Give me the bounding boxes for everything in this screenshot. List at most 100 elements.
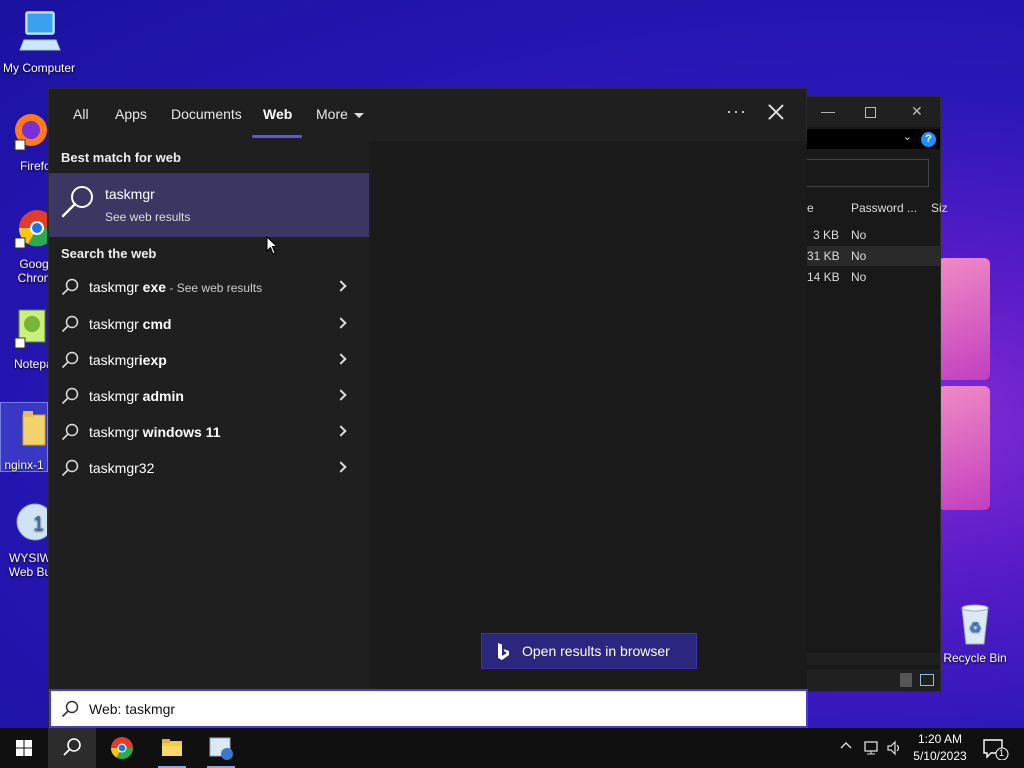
taskbar-search-button[interactable] [48,728,96,768]
web-result-item[interactable]: taskmgriexp [49,343,359,377]
clock-time: 1:20 AM [917,732,963,746]
folder-icon [162,739,182,756]
notification-center-icon[interactable]: 1 [982,738,1010,761]
taskbar: 1:20 AM 5/10/2023 1 [0,728,1024,768]
start-button[interactable] [0,728,48,768]
close-icon[interactable] [765,101,787,123]
search-icon [61,387,79,405]
desktop-icon-recycle-bin[interactable]: ♻ Recycle Bin [938,600,1012,665]
result-prefix: taskmgr32 [89,460,155,476]
search-the-web-heading: Search the web [61,246,157,261]
table-row[interactable]: 31 KB No [807,246,940,266]
search-icon [61,423,79,441]
explorer-window[interactable]: — ✕ ⌄ ? e Password ... Siz 3 KB No 31 KB… [806,96,948,692]
maximize-icon[interactable] [865,107,876,118]
wysiwyg-icon [209,737,233,760]
desktop-icon-label: WYSIW Web Bu [8,551,52,579]
table-row[interactable]: 3 KB No [807,225,940,245]
chevron-down-icon[interactable]: ⌄ [903,130,912,143]
wallpaper-logo-pane-bottom [938,386,990,510]
result-bold: exe [138,279,167,295]
explorer-address-box[interactable] [807,159,929,187]
search-bar[interactable]: Web: taskmgr [49,689,808,728]
open-results-in-browser-button[interactable]: Open results in browser [481,633,697,669]
desktop-icon-my-computer[interactable]: My Computer [2,10,76,75]
web-result-item[interactable]: taskmgr32 [49,451,359,485]
best-match-item[interactable]: taskmgr See web results [49,173,369,237]
chrome-icon [14,210,56,249]
network-icon[interactable] [862,740,880,756]
chevron-right-icon[interactable] [335,425,347,437]
taskbar-wysiwyg-button[interactable] [197,728,245,768]
result-bold: admin [138,388,184,404]
horizontal-scrollbar[interactable] [807,653,940,665]
notepad-icon [14,309,46,349]
tiles-view-icon[interactable] [920,674,934,686]
preview-pane: Open results in browser [371,141,807,689]
folder-icon [22,411,46,446]
explorer-titlebar[interactable]: — ✕ [807,97,940,127]
open-browser-label: Open results in browser [522,643,670,659]
tab-web[interactable]: Web [263,106,292,122]
search-icon [61,186,93,218]
chevron-right-icon[interactable] [335,280,347,292]
desktop-icon-label: Notepa [14,357,53,371]
chevron-right-icon[interactable] [335,461,347,473]
column-header-password[interactable]: Password ... [851,201,917,215]
close-icon[interactable]: ✕ [911,103,923,120]
chevron-right-icon[interactable] [335,389,347,401]
cell-password: No [851,249,867,263]
tab-documents[interactable]: Documents [171,106,242,122]
web-result-item[interactable]: taskmgr admin [49,379,359,413]
active-tab-indicator [252,135,302,138]
chevron-right-icon[interactable] [335,317,347,329]
clock-date: 5/10/2023 [913,749,967,763]
tab-apps[interactable]: Apps [115,106,147,122]
volume-icon[interactable] [886,740,902,756]
search-tabs: All Apps Documents Web More ··· [49,89,808,141]
result-prefix: taskmgr [89,279,139,295]
chevron-right-icon[interactable] [335,353,347,365]
chrome-icon [111,737,133,759]
cell-password: No [851,270,867,284]
cell-password: No [851,228,867,242]
taskbar-chrome-button[interactable] [98,728,146,768]
result-bold: windows 11 [138,424,221,440]
desktop-icon-chrome[interactable]: Goog Chron [0,206,56,285]
minimize-icon[interactable]: — [821,103,835,119]
search-icon [63,738,81,756]
more-options-icon[interactable]: ··· [726,101,747,122]
desktop-icon-label: Firefo [20,159,51,173]
desktop-icon-nginx-folder[interactable]: nginx-1 [0,402,48,472]
search-icon [61,459,79,477]
taskbar-clock[interactable]: 1:20 AM 5/10/2023 [910,731,970,765]
desktop-icon-wysiwyg[interactable]: 1 WYSIW Web Bu [0,500,54,579]
desktop-icon-notepad[interactable]: Notepa [0,306,53,371]
wallpaper-logo-pane-top [938,258,990,380]
column-header-size[interactable]: Siz [931,201,948,215]
search-icon [61,315,79,333]
web-result-item[interactable]: taskmgr cmd [49,307,359,341]
web-result-item[interactable]: taskmgr exe - See web results [49,270,359,304]
help-icon[interactable]: ? [921,132,936,147]
computer-icon [19,11,61,51]
tab-more-label: More [316,106,348,122]
table-row[interactable]: 14 KB No [807,267,940,287]
tab-more[interactable]: More [316,106,364,122]
best-match-heading: Best match for web [61,150,181,165]
cell-size: 3 KB [813,228,840,242]
result-prefix: taskmgr [89,388,139,404]
desktop-icon-label: Recycle Bin [943,651,1007,665]
show-hidden-icons-chevron-icon[interactable] [840,739,852,751]
search-icon [61,700,79,718]
column-header-type[interactable]: e [807,201,814,215]
details-view-icon[interactable] [900,673,912,687]
best-match-subtitle: See web results [105,210,191,224]
windows-logo-icon [16,740,32,756]
tab-all[interactable]: All [73,106,89,122]
bing-icon [498,643,509,660]
taskbar-file-explorer-button[interactable] [148,728,196,768]
search-input[interactable]: Web: taskmgr [89,701,175,717]
desktop-icon-firefox[interactable]: Firefo [0,108,51,173]
web-result-item[interactable]: taskmgr windows 11 [49,415,359,449]
